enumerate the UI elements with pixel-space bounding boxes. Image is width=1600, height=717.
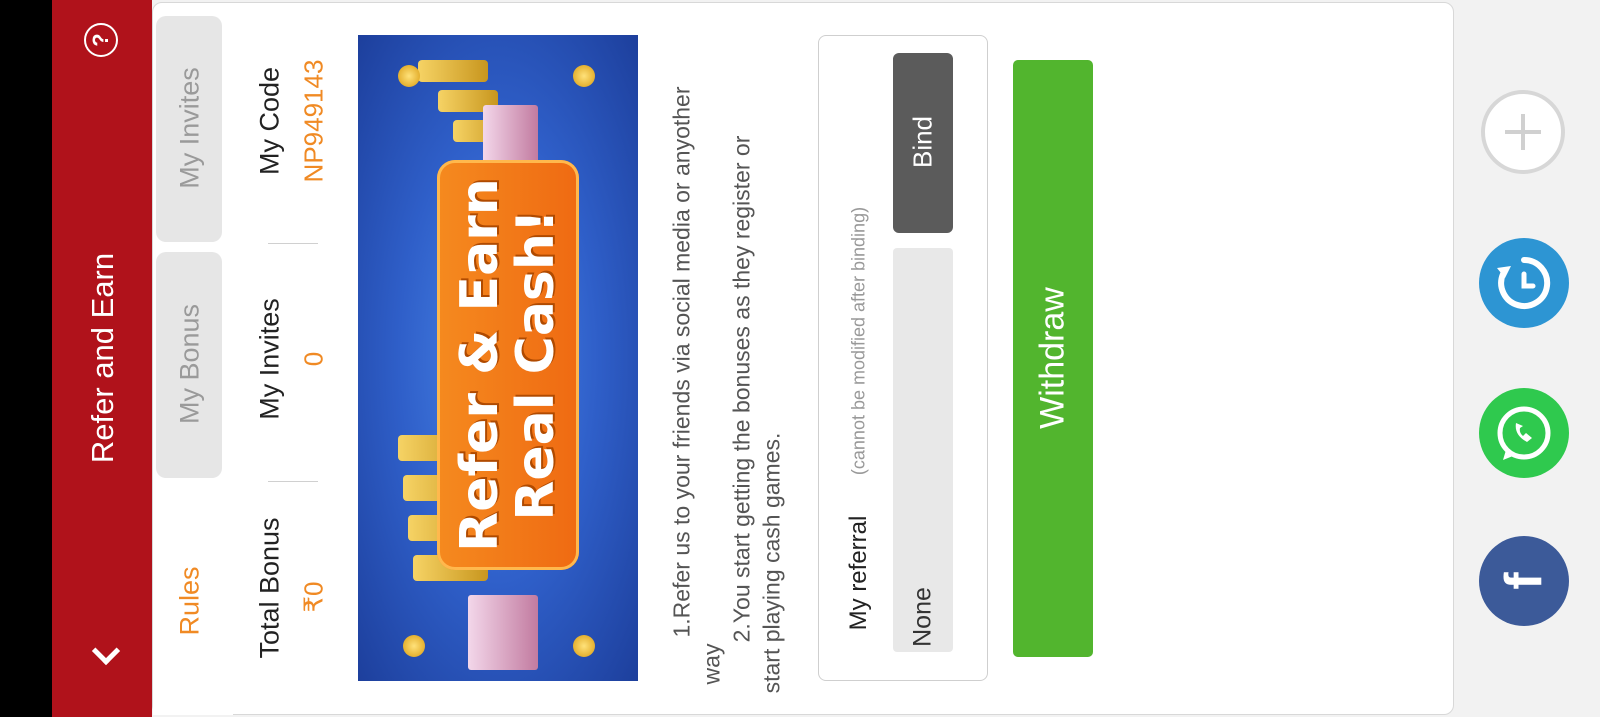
svg-text:f: f — [1495, 572, 1553, 590]
rule-1-line-2: way — [698, 643, 725, 685]
coin — [403, 635, 425, 657]
coin — [573, 635, 595, 657]
rule-1-line-1: 1.Refer us to your friends via social me… — [668, 86, 695, 638]
stats-divider — [268, 243, 318, 244]
promo-headline: Refer & Earn Real Cash! — [450, 178, 566, 552]
rule-2-line-1: 2.You start getting the bonuses as they … — [728, 135, 755, 643]
help-icon[interactable]: ? — [84, 23, 118, 57]
my-code-value: NP949143 — [298, 59, 329, 183]
referral-label: My referral — [845, 515, 872, 631]
share-refresh-button[interactable] — [1479, 238, 1569, 328]
add-button[interactable] — [1481, 90, 1565, 174]
refresh-icon — [1497, 256, 1551, 309]
facebook-share-button[interactable]: f — [1479, 536, 1569, 626]
withdraw-button-label[interactable]: Withdraw — [1034, 287, 1073, 429]
facebook-icon: f — [1495, 572, 1553, 590]
content-card — [152, 2, 1454, 715]
coin — [573, 65, 595, 87]
referral-value: None — [908, 587, 937, 647]
rule-2-line-2: start playing cash games. — [758, 432, 785, 694]
my-invites-label: My Invites — [254, 298, 285, 420]
whatsapp-share-button[interactable] — [1479, 388, 1569, 478]
total-bonus-label: Total Bonus — [254, 517, 285, 659]
plus-icon — [1505, 114, 1541, 150]
bind-button-label[interactable]: Bind — [908, 116, 939, 168]
total-bonus-value: ₹0 — [298, 581, 329, 613]
coin — [398, 65, 420, 87]
tab-my-invites-label[interactable]: My Invites — [175, 67, 206, 189]
my-invites-value: 0 — [298, 351, 329, 367]
tab-rules-label[interactable]: Rules — [175, 566, 206, 635]
left-edge — [0, 0, 52, 717]
page-title: Refer and Earn — [85, 252, 120, 464]
my-code-label: My Code — [254, 66, 285, 176]
referral-note: (cannot be modified after binding) — [848, 206, 869, 476]
tab-my-bonus-label[interactable]: My Bonus — [175, 304, 206, 424]
gold-bar — [418, 60, 488, 82]
stats-divider — [268, 481, 318, 482]
promo-line-2: Real Cash! — [506, 209, 566, 521]
whatsapp-icon — [1497, 406, 1551, 460]
promo-line-1: Refer & Earn — [450, 178, 510, 552]
cash-stack — [468, 595, 538, 670]
